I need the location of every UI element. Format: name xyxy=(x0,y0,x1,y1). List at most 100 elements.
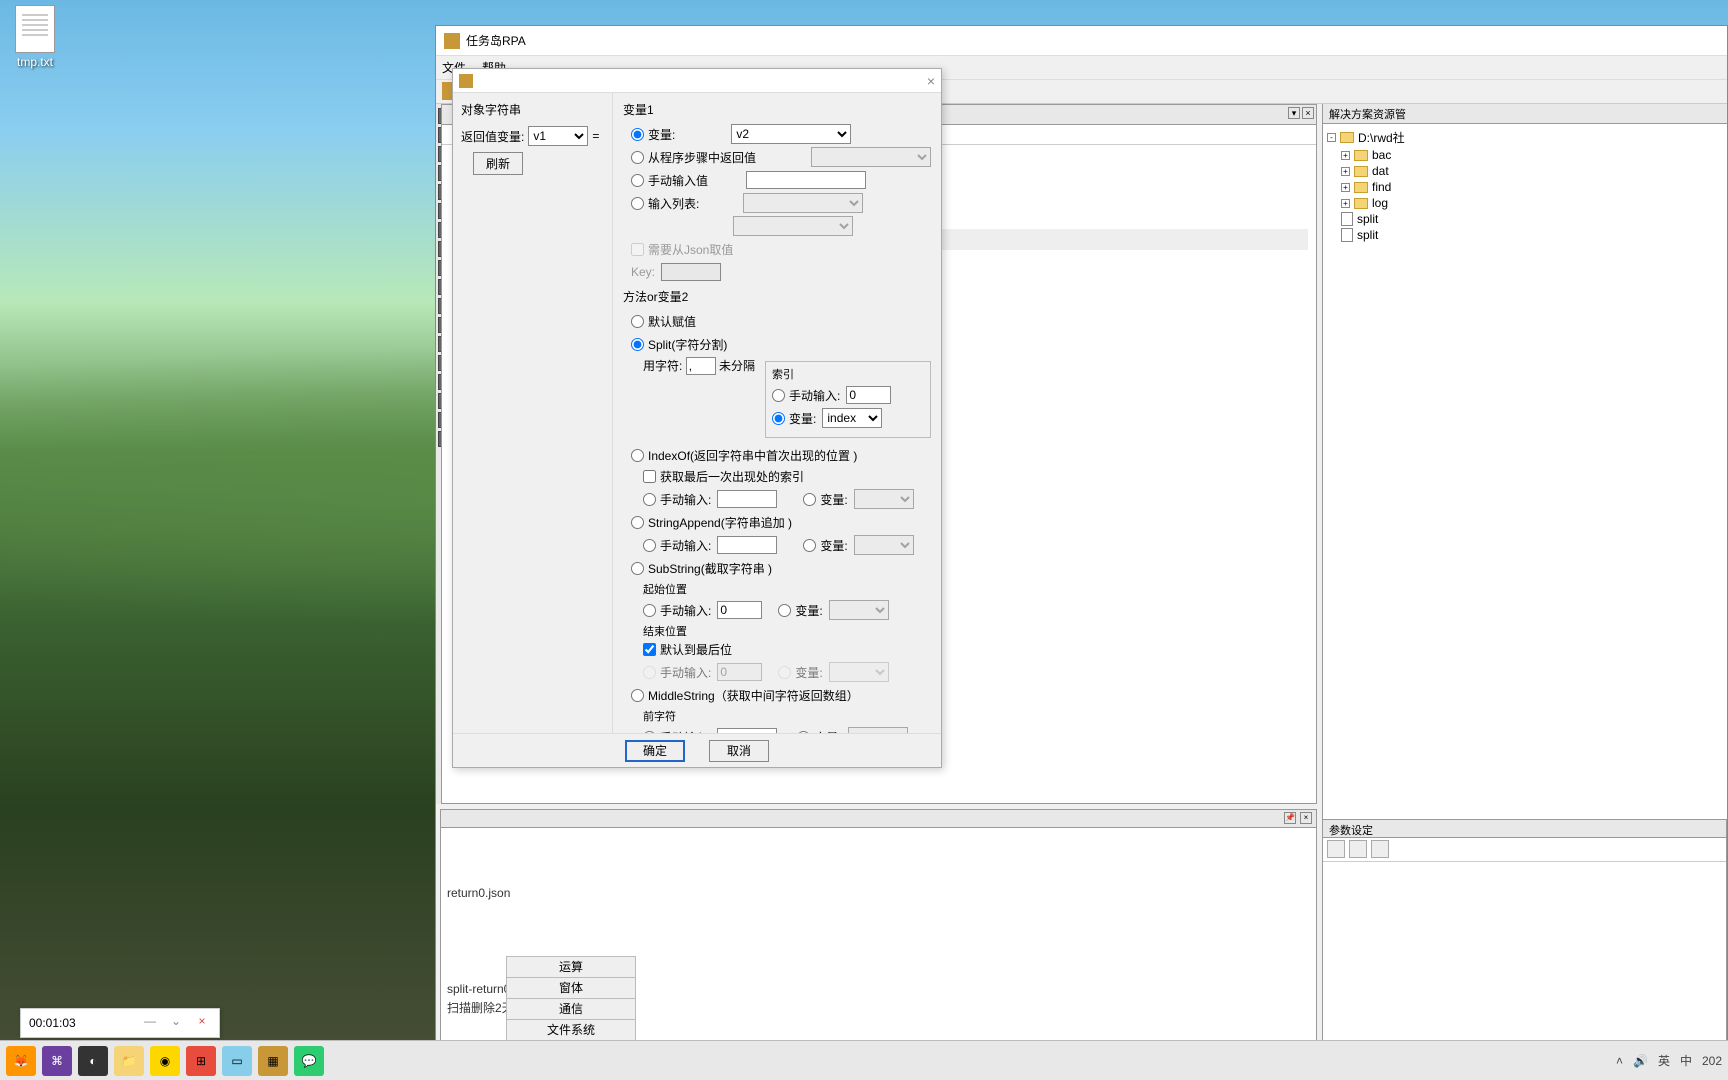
cat-button[interactable]: 通信 xyxy=(506,998,636,1020)
indexof-var[interactable]: 变量: xyxy=(803,491,847,508)
json-checkbox[interactable]: 需要从Json取值 xyxy=(631,241,733,258)
tray-ime[interactable]: 英 xyxy=(1658,1052,1670,1069)
substr-end-manual: 手动输入: xyxy=(643,664,711,681)
dialog-footer: 确定 取消 xyxy=(453,733,941,767)
middle-pre-label: 前字符 xyxy=(643,708,931,724)
tray-ime2[interactable]: 中 xyxy=(1680,1052,1692,1069)
taskbar-firefox-icon[interactable]: 🦊 xyxy=(6,1046,36,1076)
var1-opt-var[interactable]: 变量: xyxy=(631,126,675,143)
key-label: Key: xyxy=(631,265,655,279)
opt-default[interactable]: 默认赋值 xyxy=(631,313,696,330)
tree-item[interactable]: +find xyxy=(1327,179,1723,195)
tray-volume-icon[interactable]: 🔊 xyxy=(1633,1054,1648,1068)
substr-start-manual[interactable]: 手动输入: xyxy=(643,602,711,619)
taskbar: 🦊 ⌘ ◐ 📁 ◉ ⊞ ▭ ▦ 💬 ˄ 🔊 英 中 202 xyxy=(0,1040,1728,1080)
tray-time[interactable]: 202 xyxy=(1702,1054,1722,1068)
substr-start-var[interactable]: 变量: xyxy=(778,602,822,619)
opt-substr[interactable]: SubString(截取字符串 ) xyxy=(631,560,772,577)
key-input xyxy=(661,263,721,281)
var1-title: 变量1 xyxy=(623,101,931,118)
tree-item[interactable]: split xyxy=(1327,227,1723,243)
indexof-last-check[interactable]: 获取最后一次出现处的索引 xyxy=(643,468,804,485)
ok-button[interactable]: 确定 xyxy=(625,740,685,762)
cat-button[interactable]: 运算 xyxy=(506,956,636,978)
taskbar-vs-icon[interactable]: ⌘ xyxy=(42,1046,72,1076)
middle-pre-input[interactable] xyxy=(717,728,777,733)
tree-root[interactable]: -D:\rwd社 xyxy=(1327,128,1723,147)
substr-start-input[interactable] xyxy=(717,601,762,619)
var1-opt-manual[interactable]: 手动输入值 xyxy=(631,172,708,189)
tree-view[interactable]: -D:\rwd社 +bac +dat +find +log split spli… xyxy=(1323,124,1727,819)
screen-recorder-widget[interactable]: 00:01:03 — ⌄ × xyxy=(20,1008,220,1038)
method-title: 方法or变量2 xyxy=(623,288,931,305)
idx-var[interactable]: 变量: xyxy=(772,410,816,427)
log-line: return0.json xyxy=(447,884,1310,903)
middle-pre-var[interactable]: 变量: xyxy=(797,729,841,734)
taskbar-explorer-icon[interactable]: 📁 xyxy=(114,1046,144,1076)
var1-opt-step[interactable]: 从程序步骤中返回值 xyxy=(631,149,756,166)
log-header: 📌× xyxy=(441,810,1316,828)
recorder-time: 00:01:03 xyxy=(29,1016,133,1030)
pin-icon[interactable]: 📌 xyxy=(1284,812,1296,824)
var1-opt-list[interactable]: 输入列表: xyxy=(631,195,699,212)
opt-split[interactable]: Split(字符分割) xyxy=(631,336,727,353)
substr-end-input xyxy=(717,663,762,681)
substr-end-var: 变量: xyxy=(778,664,822,681)
params-toolbar xyxy=(1323,838,1726,862)
idx-manual-input[interactable] xyxy=(846,386,891,404)
taskbar-grid-icon[interactable]: ⊞ xyxy=(186,1046,216,1076)
var1-list-select[interactable] xyxy=(743,193,863,213)
opt-indexof[interactable]: IndexOf(返回字符串中首次出现的位置 ) xyxy=(631,447,857,464)
tree-item[interactable]: +dat xyxy=(1327,163,1723,179)
return-var-select[interactable]: v1 xyxy=(528,126,588,146)
cat-button[interactable]: 窗体 xyxy=(506,977,636,999)
index-title: 索引 xyxy=(772,366,924,382)
indexof-manual[interactable]: 手动输入: xyxy=(643,491,711,508)
taskbar-wechat-icon[interactable]: 💬 xyxy=(294,1046,324,1076)
params-btn-2[interactable] xyxy=(1349,840,1367,858)
params-header: 参数设定 xyxy=(1323,820,1726,838)
append-manual-input[interactable] xyxy=(717,536,777,554)
indexof-manual-input[interactable] xyxy=(717,490,777,508)
taskbar-app3-icon[interactable]: ▭ xyxy=(222,1046,252,1076)
append-manual[interactable]: 手动输入: xyxy=(643,537,711,554)
indexof-var-select[interactable] xyxy=(854,489,914,509)
cat-button[interactable]: 文件系统 xyxy=(506,1019,636,1041)
tray-chevron-icon[interactable]: ˄ xyxy=(1616,1054,1623,1068)
tab-dropdown-icon[interactable]: ▾ xyxy=(1288,107,1300,119)
taskbar-app-icon[interactable]: ◐ xyxy=(78,1046,108,1076)
log-close-icon[interactable]: × xyxy=(1300,812,1312,824)
cancel-button[interactable]: 取消 xyxy=(709,740,769,762)
var1-manual-input[interactable] xyxy=(746,171,866,189)
tree-item[interactable]: split xyxy=(1327,211,1723,227)
append-var[interactable]: 变量: xyxy=(803,537,847,554)
dialog-titlebar[interactable]: × xyxy=(453,69,941,93)
params-btn-3[interactable] xyxy=(1371,840,1389,858)
desktop-file-icon[interactable]: tmp.txt xyxy=(5,5,65,69)
params-btn-1[interactable] xyxy=(1327,840,1345,858)
var1-step-select[interactable] xyxy=(811,147,931,167)
recorder-close-icon[interactable]: × xyxy=(193,1014,211,1032)
taskbar-rpa-icon[interactable]: ▦ xyxy=(258,1046,288,1076)
opt-middle[interactable]: MiddleString（获取中间字符返回数组） xyxy=(631,687,859,704)
tab-close-icon[interactable]: × xyxy=(1302,107,1314,119)
middle-pre-manual[interactable]: 手动输入: xyxy=(643,729,711,734)
titlebar[interactable]: 任务岛RPA xyxy=(436,26,1727,56)
system-tray[interactable]: ˄ 🔊 英 中 202 xyxy=(1616,1052,1722,1069)
idx-var-select[interactable]: index xyxy=(822,408,882,428)
opt-append[interactable]: StringAppend(字符串追加 ) xyxy=(631,514,792,531)
taskbar-app2-icon[interactable]: ◉ xyxy=(150,1046,180,1076)
dialog-close-icon[interactable]: × xyxy=(927,73,935,89)
middle-pre-var-select[interactable] xyxy=(848,727,908,733)
refresh-button[interactable]: 刷新 xyxy=(473,152,523,175)
substr-start-var-select[interactable] xyxy=(829,600,889,620)
tree-item[interactable]: +bac xyxy=(1327,147,1723,163)
tree-item[interactable]: +log xyxy=(1327,195,1723,211)
recorder-expand-icon[interactable]: ⌄ xyxy=(167,1014,185,1032)
var1-var-select[interactable]: v2 xyxy=(731,124,851,144)
split-char-input[interactable] xyxy=(686,357,716,375)
substr-tolast-check[interactable]: 默认到最后位 xyxy=(643,641,732,658)
append-var-select[interactable] xyxy=(854,535,914,555)
recorder-minimize-icon[interactable]: — xyxy=(141,1014,159,1032)
idx-manual[interactable]: 手动输入: xyxy=(772,387,840,404)
